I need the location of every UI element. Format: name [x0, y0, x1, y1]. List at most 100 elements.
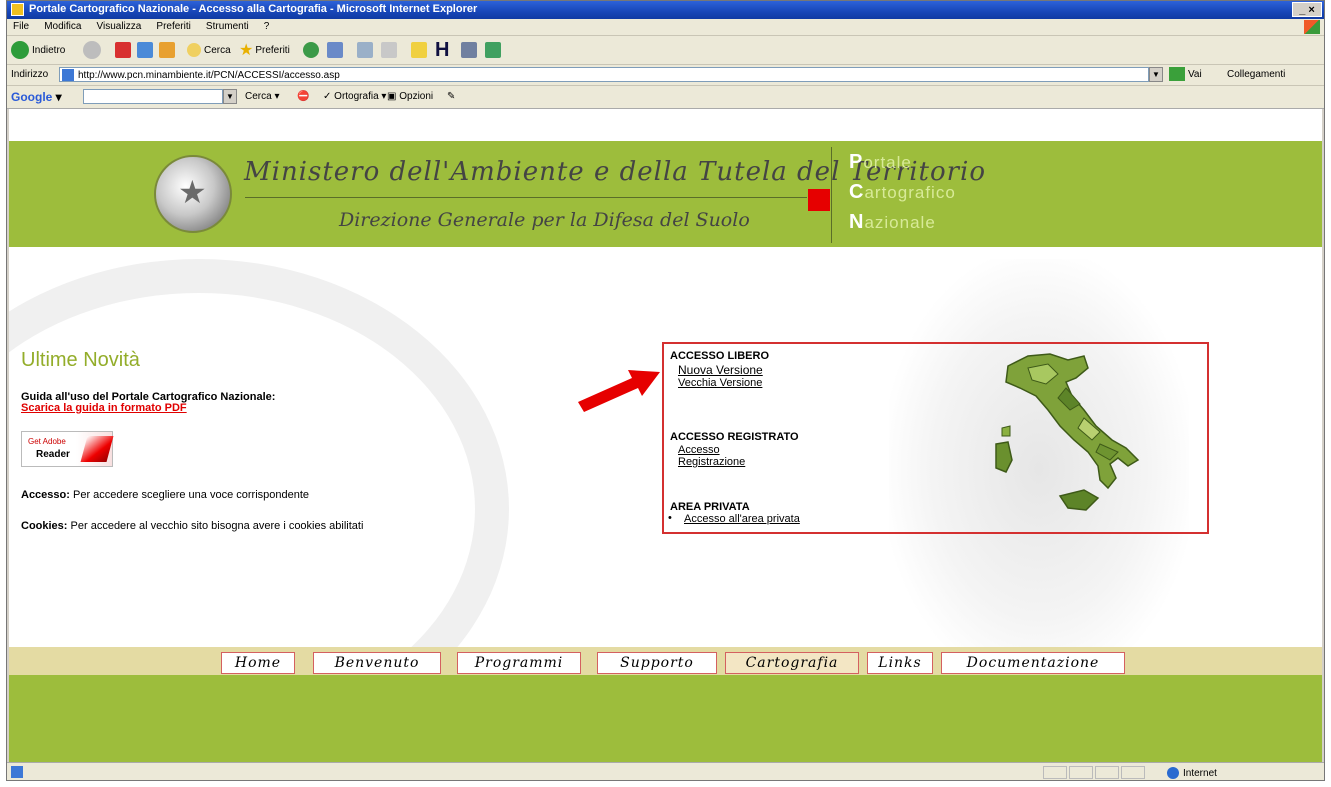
address-dropdown[interactable]: ▼: [1149, 67, 1163, 82]
red-square-icon: [808, 189, 830, 211]
stop-icon: [115, 42, 131, 58]
menu-preferiti[interactable]: Preferiti: [150, 19, 196, 32]
window-controls[interactable]: _ ×: [1292, 2, 1322, 17]
main-navigation: Home Benvenuto Programmi Supporto Cartog…: [9, 647, 1322, 675]
nav-documentazione[interactable]: Documentazione: [941, 652, 1125, 674]
favorites-button[interactable]: ★ Preferiti: [239, 40, 290, 60]
back-arrow-icon: [11, 41, 29, 59]
header-divider: [245, 197, 807, 198]
private-area-link[interactable]: Accesso all'area privata: [684, 513, 800, 525]
books-icon: [461, 42, 477, 58]
back-label: Indietro: [32, 44, 66, 56]
adobe-badge-bottom: Reader: [36, 449, 70, 460]
edit-button[interactable]: [381, 40, 397, 60]
print-icon: [357, 42, 373, 58]
menu-modifica[interactable]: Modifica: [38, 19, 87, 32]
home-button[interactable]: [159, 40, 175, 60]
browser-window: Portale Cartografico Nazionale - Accesso…: [6, 0, 1325, 781]
search-button[interactable]: Cerca: [187, 40, 231, 60]
nav-cartografia[interactable]: Cartografia: [725, 652, 859, 674]
download-guide-link[interactable]: Scarica la guida in formato PDF: [21, 402, 187, 414]
search-label: Cerca: [204, 44, 231, 56]
back-button[interactable]: Indietro: [11, 40, 65, 60]
nav-benvenuto[interactable]: Benvenuto: [313, 652, 441, 674]
status-cell: [1121, 766, 1145, 779]
search-icon: [187, 43, 201, 57]
edit-icon: [381, 42, 397, 58]
block-icon[interactable]: ⛔: [297, 91, 309, 102]
refresh-button[interactable]: [137, 40, 153, 60]
google-search-button[interactable]: Cerca ▾: [245, 91, 280, 102]
access-info-key: Accesso:: [21, 489, 70, 501]
go-button[interactable]: Vai: [1169, 67, 1202, 81]
private-area-title: AREA PRIVATA: [670, 501, 750, 513]
forward-button[interactable]: [83, 40, 101, 60]
messenger-button[interactable]: [485, 40, 501, 60]
pencil-icon[interactable]: ✎: [447, 91, 455, 102]
google-search-dropdown[interactable]: ▼: [223, 89, 237, 104]
google-toolbar: Google ▾ ▼ Cerca ▾ ⛔ ✓ Ortografia ▾ ▣ Op…: [7, 86, 1324, 109]
new-version-link[interactable]: Nuova Versione: [678, 363, 763, 377]
globe-icon: [1167, 767, 1179, 779]
menu-help[interactable]: ?: [258, 19, 276, 32]
italy-map-icon[interactable]: [988, 348, 1178, 526]
register-link[interactable]: Registrazione: [678, 456, 745, 468]
options-label: Opzioni: [399, 91, 434, 102]
nav-supporto[interactable]: Supporto: [597, 652, 717, 674]
address-label: Indirizzo: [11, 69, 49, 80]
free-access-title: ACCESSO LIBERO: [670, 350, 770, 362]
pcn-word-nazionale: Nazionale: [849, 211, 936, 233]
header-vertical-divider: [831, 147, 832, 243]
mail-icon: [327, 42, 343, 58]
adobe-reader-badge[interactable]: Get Adobe Reader: [21, 431, 114, 467]
page-icon: [62, 69, 74, 81]
google-logo[interactable]: Google ▾: [11, 90, 62, 104]
refresh-icon: [137, 42, 153, 58]
pcn-word-portale: Portale: [849, 151, 912, 173]
stop-button[interactable]: [115, 40, 131, 60]
spellcheck-button[interactable]: ✓ Ortografia ▾: [323, 91, 386, 102]
login-link[interactable]: Accesso: [678, 444, 720, 456]
home-icon: [159, 42, 175, 58]
mail-button[interactable]: [327, 40, 343, 60]
google-search-input[interactable]: [83, 89, 223, 104]
books-button[interactable]: [461, 40, 477, 60]
h-button[interactable]: H: [435, 38, 450, 61]
go-label: Vai: [1188, 68, 1202, 80]
standard-toolbar: Indietro Cerca ★ Preferiti H: [7, 36, 1324, 65]
links-button[interactable]: Collegamenti: [1227, 69, 1285, 80]
registered-access-title: ACCESSO REGISTRATO: [670, 431, 799, 443]
adobe-badge-top: Get Adobe: [28, 437, 66, 446]
adobe-logo-icon: [80, 436, 114, 462]
ie-page-icon: [11, 3, 24, 16]
options-button[interactable]: ▣ Opzioni: [387, 91, 433, 102]
site-footer: [9, 675, 1322, 762]
messenger-icon: [485, 42, 501, 58]
history-button[interactable]: [303, 40, 319, 60]
address-input[interactable]: http://www.pcn.minambiente.it/PCN/ACCESS…: [59, 67, 1149, 82]
folder-button[interactable]: [411, 40, 427, 60]
windows-logo-icon: [1304, 20, 1320, 34]
menu-visualizza[interactable]: Visualizza: [91, 19, 148, 32]
status-cell: [1069, 766, 1093, 779]
folder-icon: [411, 42, 427, 58]
page-content: ★ Ministero dell'Ambiente e della Tutela…: [9, 109, 1322, 762]
access-info-text: Per accedere scegliere una voce corrispo…: [72, 489, 310, 501]
print-button[interactable]: [357, 40, 373, 60]
old-version-link[interactable]: Vecchia Versione: [678, 377, 762, 389]
status-cell: [1095, 766, 1119, 779]
cookies-info-text: Per accedere al vecchio sito bisogna ave…: [70, 520, 364, 532]
menu-strumenti[interactable]: Strumenti: [200, 19, 255, 32]
direction-subtitle: Direzione Generale per la Difesa del Suo…: [339, 209, 750, 231]
nav-programmi[interactable]: Programmi: [457, 652, 581, 674]
nav-home[interactable]: Home: [221, 652, 295, 674]
window-title: Portale Cartografico Nazionale - Accesso…: [29, 3, 478, 15]
security-zone: Internet: [1167, 767, 1217, 779]
h-icon: H: [435, 38, 450, 61]
google-logo-text: Google: [11, 90, 53, 104]
red-arrow-icon: [578, 370, 660, 412]
go-arrow-icon: [1169, 67, 1185, 81]
italian-emblem-icon: ★: [154, 155, 232, 233]
nav-links[interactable]: Links: [867, 652, 933, 674]
menu-file[interactable]: File: [7, 19, 35, 32]
